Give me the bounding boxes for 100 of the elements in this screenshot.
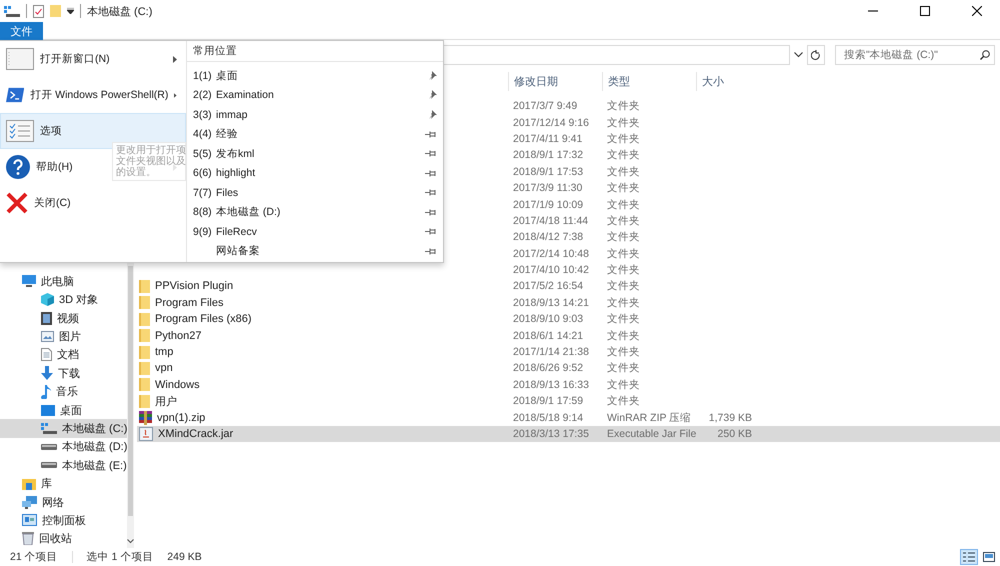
nav-item[interactable]: 本地磁盘 (C:) — [0, 419, 128, 438]
nav-item[interactable]: 图片 — [0, 327, 128, 346]
date-cell: 2017/3/7 9:49 — [513, 100, 578, 112]
item-count: 21 个项目 — [10, 550, 58, 564]
type-cell: 文件夹 — [607, 312, 640, 326]
search-field[interactable]: 搜索"本地磁盘 (C:)" — [835, 45, 995, 65]
file-row[interactable]: XMindCrack.jar 2018/3/13 17:35 Executable Jar File 250 KB — [137, 426, 1000, 442]
nav-item[interactable]: 音乐 — [0, 382, 128, 401]
nav-item[interactable]: 桌面 — [0, 400, 128, 420]
date-cell: 2018/3/13 17:35 — [513, 428, 589, 440]
close-icon — [6, 192, 28, 214]
drive-icon — [41, 444, 57, 450]
window-icon — [6, 48, 34, 70]
type-cell: 文件夹 — [607, 296, 640, 310]
recent-place[interactable]: 1(1) 桌面 — [187, 66, 443, 86]
archive-icon — [139, 410, 152, 425]
type-cell: 文件夹 — [607, 263, 640, 278]
recent-place[interactable]: 7(7) Files — [187, 183, 443, 202]
folder-icon — [139, 312, 150, 326]
computer-icon — [22, 274, 36, 288]
details-view-button[interactable] — [960, 549, 978, 565]
file-row[interactable]: Program Files 2018/9/13 14:21 文件夹 — [137, 294, 1000, 312]
recent-place[interactable]: 5(5) 发布kml — [187, 144, 443, 164]
recent-place[interactable]: 4(4) 经验 — [187, 124, 443, 144]
date-cell: 2018/4/12 7:38 — [513, 231, 584, 244]
file-row[interactable]: Windows 2018/9/13 16:33 文件夹 — [137, 376, 1000, 394]
folder-icon — [139, 280, 150, 293]
recent-place[interactable]: 6(6) highlight — [187, 164, 443, 183]
caret-icon — [67, 8, 74, 14]
type-cell: WinRAR ZIP 压缩 — [607, 410, 692, 425]
date-cell: 2017/4/18 11:44 — [513, 214, 588, 227]
file-row[interactable]: 2017/4/10 10:42 文件夹 — [137, 262, 1000, 278]
date-cell: 2017/4/11 9:41 — [513, 132, 582, 145]
selection-count: 选中 1 个项目 — [86, 550, 154, 564]
section-title: 常用位置 — [187, 41, 443, 62]
folder-icon — [139, 296, 150, 310]
nav-item[interactable]: 视频 — [0, 308, 128, 328]
file-row[interactable]: tmp 2017/1/14 21:38 文件夹 — [137, 344, 1000, 360]
type-cell: 文件夹 — [607, 328, 640, 343]
date-cell: 2018/6/26 9:52 — [513, 362, 584, 374]
nav-item[interactable]: 下载 — [0, 364, 128, 382]
java-file-icon — [139, 427, 153, 441]
menu-item[interactable]: 关闭(C) — [0, 185, 186, 221]
chevron-down-icon — [127, 539, 134, 544]
nav-item[interactable]: 回收站 — [0, 530, 128, 548]
column-header[interactable]: 修改日期 — [508, 72, 602, 91]
nav-item[interactable]: 本地磁盘 (E:) — [0, 456, 128, 474]
nav-item[interactable]: 文档 — [0, 346, 128, 364]
size-cell: 1,739 KB — [708, 412, 752, 424]
file-row[interactable]: Python27 2018/6/1 14:21 文件夹 — [137, 327, 1000, 344]
nav-item[interactable]: 3D 对象 — [0, 290, 128, 309]
file-row[interactable]: 用户 2018/9/1 17:59 文件夹 — [137, 393, 1000, 410]
file-name: XMindCrack.jar — [158, 428, 234, 440]
nav-item[interactable]: 网络 — [0, 492, 128, 512]
download-arrow-icon — [41, 366, 53, 380]
type-cell: 文件夹 — [607, 148, 640, 162]
nav-item[interactable]: 本地磁盘 (D:) — [0, 438, 128, 456]
recent-place[interactable]: 网站备案 — [187, 242, 443, 261]
file-row[interactable]: vpn(1).zip 2018/5/18 9:14 WinRAR ZIP 压缩 1,739 KB — [137, 409, 1000, 426]
size-cell: 250 KB — [718, 428, 752, 440]
column-header[interactable]: 类型 — [602, 72, 696, 91]
date-cell: 2018/9/13 16:33 — [513, 378, 589, 391]
type-cell: 文件夹 — [607, 214, 640, 228]
menu-item[interactable]: 打开新窗口(N) — [0, 41, 186, 77]
file-name: Windows — [155, 378, 200, 391]
file-row[interactable]: Program Files (x86) 2018/9/10 9:03 文件夹 — [137, 311, 1000, 328]
recent-place[interactable]: 2(2) Examination — [187, 86, 443, 105]
date-cell: 2018/5/18 9:14 — [513, 412, 584, 424]
folder-icon — [139, 362, 150, 375]
date-cell: 2017/5/2 16:54 — [513, 280, 584, 292]
recent-place[interactable]: 9(9) FileRecv — [187, 222, 443, 242]
folder-icon — [139, 329, 150, 342]
date-cell: 2017/3/9 11:30 — [513, 182, 582, 194]
type-cell: 文件夹 — [607, 378, 640, 392]
window-title: 本地磁盘 (C:) — [87, 4, 154, 18]
type-cell: 文件夹 — [607, 361, 640, 376]
file-row[interactable]: vpn 2018/6/26 9:52 文件夹 — [137, 360, 1000, 377]
type-cell: 文件夹 — [607, 181, 640, 196]
type-cell: 文件夹 — [607, 230, 640, 244]
type-cell: 文件夹 — [607, 345, 640, 360]
type-cell: 文件夹 — [607, 246, 640, 261]
file-tab[interactable]: 文件 — [0, 22, 43, 40]
nav-item[interactable]: 此电脑 — [0, 272, 128, 290]
maximize-icon — [920, 6, 930, 16]
recent-place[interactable]: 3(3) immap — [187, 105, 443, 124]
menu-item[interactable]: 打开 Windows PowerShell(R) — [0, 77, 186, 113]
network-icon — [22, 496, 37, 509]
refresh-button[interactable] — [807, 45, 825, 65]
nav-item[interactable]: 库 — [0, 474, 128, 493]
type-cell: 文件夹 — [607, 116, 640, 130]
folder-icon — [50, 5, 61, 17]
file-row[interactable]: PPVision Plugin 2017/5/2 16:54 文件夹 — [137, 278, 1000, 295]
nav-item[interactable]: 控制面板 — [0, 511, 128, 530]
large-icons-view-button[interactable] — [980, 549, 998, 565]
type-cell: 文件夹 — [607, 198, 640, 212]
recent-place[interactable]: 8(8) 本地磁盘 (D:) — [187, 202, 443, 222]
film-icon — [41, 312, 52, 325]
date-cell: 2017/2/14 10:48 — [513, 248, 589, 260]
file-name: vpn — [155, 362, 173, 374]
column-header[interactable]: 大小 — [696, 72, 758, 91]
